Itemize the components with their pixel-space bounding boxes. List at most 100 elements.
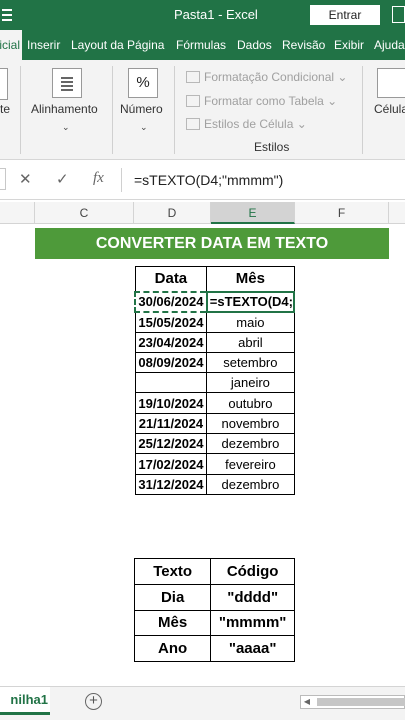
header-codigo[interactable]: Código <box>210 558 295 585</box>
window-title: Pasta1 - Excel <box>174 7 258 22</box>
header-mes[interactable]: Mês <box>206 266 295 292</box>
tab-page-layout[interactable]: Layout da Página <box>71 38 164 52</box>
text-cell[interactable]: Dia <box>133 583 212 611</box>
dates-table: Data Mês 30/06/2024 =sTEXTO(D4; 15/05/20… <box>134 266 296 495</box>
month-cell[interactable]: novembro <box>206 412 295 435</box>
cancel-icon[interactable]: ✕ <box>19 170 32 188</box>
add-sheet-icon[interactable]: + <box>85 693 102 710</box>
date-cell[interactable]: 15/05/2024 <box>134 311 208 333</box>
month-cell[interactable]: dezembro <box>206 473 295 495</box>
date-cell[interactable]: 17/02/2024 <box>134 453 208 475</box>
alignment-label[interactable]: Alinhamento <box>31 102 98 116</box>
date-cell[interactable]: 30/06/2024 <box>134 290 208 313</box>
column-header-e[interactable]: E <box>211 202 295 224</box>
month-cell[interactable]: outubro <box>206 392 295 414</box>
code-cell[interactable]: "aaaa" <box>210 635 295 663</box>
text-cell[interactable]: Ano <box>133 635 212 663</box>
conditional-formatting-button[interactable]: Formatação Condicional ⌄ <box>186 70 347 84</box>
date-cell[interactable]: 21/11/2024 <box>134 412 208 435</box>
header-data[interactable]: Data <box>134 266 208 292</box>
conditional-formatting-label: Formatação Condicional <box>204 70 335 84</box>
scrollbar-thumb[interactable] <box>317 698 405 706</box>
insert-function-icon[interactable]: fx <box>93 170 104 187</box>
cell-styles-button[interactable]: Estilos de Célula ⌄ <box>186 117 307 131</box>
code-cell[interactable]: "mmmm" <box>210 609 295 637</box>
table-row: 25/12/2024 dezembro <box>134 433 295 455</box>
column-header-c[interactable]: C <box>35 202 134 224</box>
table-row: Dia "dddd" <box>133 583 295 611</box>
formula-bar: ✕ ✓ fx =sTEXTO(D4;"mmmm") <box>0 160 405 200</box>
date-cell[interactable]: 31/12/2024 <box>134 473 208 495</box>
ribbon-separator <box>20 66 21 154</box>
ribbon-tabs: icial Inserir Layout da Página Fórmulas … <box>0 30 405 60</box>
table-row: 31/12/2024 dezembro <box>134 473 295 495</box>
formula-input[interactable]: =sTEXTO(D4;"mmmm") <box>134 172 283 188</box>
date-cell[interactable] <box>134 372 208 394</box>
active-cell[interactable]: =sTEXTO(D4; <box>205 290 296 313</box>
name-box[interactable] <box>0 168 6 190</box>
month-cell[interactable]: janeiro <box>206 372 295 394</box>
column-header-d[interactable]: D <box>134 202 211 224</box>
chevron-down-icon[interactable]: ⌄ <box>62 122 70 133</box>
formula-separator <box>121 168 122 192</box>
enter-icon[interactable]: ✓ <box>56 170 69 188</box>
tab-data[interactable]: Dados <box>237 38 272 52</box>
percent-icon[interactable]: % <box>128 68 158 98</box>
tab-formulas[interactable]: Fórmulas <box>176 38 226 52</box>
cells-icon[interactable] <box>377 68 405 98</box>
sign-in-button[interactable]: Entrar <box>310 5 380 25</box>
menu-icon[interactable] <box>0 6 14 22</box>
tab-help[interactable]: Ajuda <box>374 38 405 52</box>
horizontal-scrollbar[interactable]: ◀ <box>300 695 405 709</box>
format-codes-table: Texto Código Dia "dddd" Mês "mmmm" Ano "aaa… <box>133 558 295 663</box>
alignment-icon[interactable] <box>52 68 82 98</box>
tab-home-label: icial <box>0 38 20 52</box>
format-table-icon <box>186 95 200 107</box>
cell-styles-icon <box>186 118 200 130</box>
number-label[interactable]: Número <box>120 102 163 116</box>
format-as-table-button[interactable]: Formatar como Tabela ⌄ <box>186 94 337 108</box>
excel-window: Pasta1 - Excel Entrar icial Inserir Layo… <box>0 0 405 720</box>
date-cell[interactable]: 08/09/2024 <box>134 351 208 374</box>
code-cell[interactable]: "dddd" <box>210 583 295 611</box>
table-row: 17/02/2024 fevereiro <box>134 453 295 475</box>
table-row: Ano "aaaa" <box>133 635 295 663</box>
table-row: 19/10/2024 outubro <box>134 392 295 414</box>
ribbon-separator <box>362 66 363 154</box>
clipboard-icon[interactable] <box>0 68 8 100</box>
tab-review[interactable]: Revisão <box>282 38 325 52</box>
month-cell[interactable]: maio <box>206 311 295 333</box>
styles-group-label: Estilos <box>254 140 290 154</box>
ribbon-display-icon[interactable] <box>392 6 405 23</box>
column-header-f[interactable]: F <box>295 202 389 224</box>
cells-label[interactable]: Célula <box>374 102 405 116</box>
ribbon-separator <box>174 66 175 154</box>
date-cell[interactable]: 19/10/2024 <box>134 392 208 414</box>
tab-view[interactable]: Exibir <box>334 38 364 52</box>
tab-home[interactable]: icial <box>0 30 22 60</box>
tab-insert[interactable]: Inserir <box>27 38 60 52</box>
month-cell[interactable]: setembro <box>206 351 295 374</box>
table-row: Mês "mmmm" <box>133 609 295 637</box>
month-cell[interactable]: abril <box>206 331 295 353</box>
month-cell[interactable]: dezembro <box>206 433 295 455</box>
header-texto[interactable]: Texto <box>133 558 212 585</box>
date-cell[interactable]: 23/04/2024 <box>134 331 208 353</box>
column-header-g[interactable] <box>389 202 405 224</box>
sheet-tabs-bar: nilha1 + ◀ <box>0 686 405 720</box>
table-row: janeiro <box>134 372 295 394</box>
month-cell[interactable]: fevereiro <box>206 453 295 475</box>
title-bar: Pasta1 - Excel Entrar <box>0 0 405 30</box>
select-all-corner[interactable] <box>0 202 35 224</box>
ribbon: te Alinhamento ⌄ % Número ⌄ Formatação C… <box>0 60 405 160</box>
conditional-formatting-icon <box>186 71 200 83</box>
cell-styles-label: Estilos de Célula <box>204 117 294 131</box>
text-cell[interactable]: Mês <box>133 609 212 637</box>
scroll-left-icon[interactable]: ◀ <box>301 696 313 708</box>
date-cell[interactable]: 25/12/2024 <box>134 433 208 455</box>
sheet-tab-active[interactable]: nilha1 <box>0 687 50 715</box>
chevron-down-icon[interactable]: ⌄ <box>140 122 148 133</box>
table-row: 08/09/2024 setembro <box>134 351 295 374</box>
table-header-row: Data Mês <box>134 266 295 292</box>
table-row: 15/05/2024 maio <box>134 311 295 333</box>
